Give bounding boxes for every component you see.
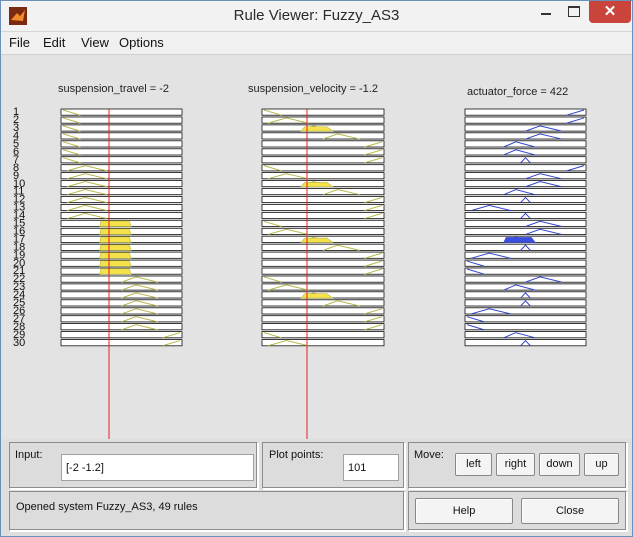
rule-cell xyxy=(261,323,385,331)
rule-cell xyxy=(464,124,587,132)
menu-edit[interactable]: Edit xyxy=(43,35,65,50)
menu-view[interactable]: View xyxy=(81,35,109,50)
fired-area xyxy=(99,244,132,251)
rule-cell xyxy=(60,283,183,291)
plot-points-group: Plot points: xyxy=(262,442,405,489)
rule-cell xyxy=(261,156,385,164)
close-icon: ✕ xyxy=(603,3,617,20)
rule-cell xyxy=(464,227,587,235)
fired-area xyxy=(503,237,536,243)
status-group: Opened system Fuzzy_AS3, 49 rules xyxy=(9,491,405,531)
rule-cell xyxy=(464,108,587,116)
rule-cell xyxy=(261,299,385,307)
fired-area xyxy=(99,252,132,259)
fired-area xyxy=(300,182,334,188)
rule-cell xyxy=(464,315,587,323)
fired-area xyxy=(300,126,334,132)
move-up-button[interactable]: up xyxy=(584,453,619,476)
input-group: Input: xyxy=(9,442,258,489)
rule-cell xyxy=(464,267,587,275)
rule-cell xyxy=(261,243,385,251)
rule-viewer-window: Rule Viewer: Fuzzy_AS3 ✕ File Edit View … xyxy=(0,0,633,537)
rule-plot-area: suspension_travel = -2 suspension_veloci… xyxy=(2,55,632,439)
rule-cell xyxy=(261,251,385,259)
rule-cell xyxy=(261,140,385,148)
action-group: Help Close xyxy=(408,491,627,531)
menu-options[interactable]: Options xyxy=(119,35,164,50)
rule-cell xyxy=(60,291,183,299)
rule-cell xyxy=(261,203,385,211)
move-left-button[interactable]: left xyxy=(455,453,492,476)
plot-points-field[interactable] xyxy=(343,454,399,481)
move-down-button[interactable]: down xyxy=(539,453,580,476)
rule-cell xyxy=(60,108,183,116)
close-button[interactable]: Close xyxy=(521,498,619,524)
rule-cell xyxy=(261,188,385,196)
rule-cell xyxy=(261,315,385,323)
maximize-button[interactable] xyxy=(561,1,587,23)
rule-cell xyxy=(464,323,587,331)
rule-cell xyxy=(261,195,385,203)
rule-cell xyxy=(60,315,183,323)
rule-cell xyxy=(60,299,183,307)
move-label: Move: xyxy=(414,449,444,461)
rule-cell xyxy=(60,140,183,148)
rule-cell xyxy=(60,124,183,132)
fired-area xyxy=(99,236,132,243)
close-window-button[interactable]: ✕ xyxy=(589,1,631,23)
plot-points-label: Plot points: xyxy=(269,449,324,461)
rule-cell xyxy=(261,331,385,339)
rule-cell xyxy=(261,267,385,275)
rule-number: 30 xyxy=(13,337,25,349)
fired-area xyxy=(99,260,132,267)
rule-cell xyxy=(261,108,385,116)
rule-cell xyxy=(464,275,587,283)
fired-area xyxy=(99,228,132,235)
menu-bar: File Edit View Options xyxy=(1,32,632,55)
fired-area xyxy=(300,293,334,299)
minimize-button[interactable] xyxy=(533,1,559,23)
rule-cell xyxy=(60,275,183,283)
rules-plot[interactable]: 1234567891011121314151617181920212223242… xyxy=(2,55,632,439)
fired-area xyxy=(99,220,132,227)
rule-cell xyxy=(60,132,183,140)
help-button[interactable]: Help xyxy=(415,498,513,524)
menu-file[interactable]: File xyxy=(9,35,30,50)
rule-cell xyxy=(464,172,587,180)
rule-cell xyxy=(60,331,183,339)
rule-cell xyxy=(261,219,385,227)
rule-cell xyxy=(464,219,587,227)
status-text: Opened system Fuzzy_AS3, 49 rules xyxy=(16,501,198,513)
rule-cell xyxy=(464,180,587,188)
rule-cell xyxy=(60,156,183,164)
rule-cell xyxy=(60,307,183,315)
fired-area xyxy=(99,268,132,275)
input-label: Input: xyxy=(15,449,43,461)
control-panel: Input: Plot points: Move: left right dow… xyxy=(9,442,627,531)
rule-cell xyxy=(464,132,587,140)
move-right-button[interactable]: right xyxy=(496,453,535,476)
rule-cell xyxy=(261,132,385,140)
fired-area xyxy=(300,237,334,243)
move-group: Move: left right down up xyxy=(408,442,627,489)
title-bar: Rule Viewer: Fuzzy_AS3 ✕ xyxy=(1,1,632,32)
input-field[interactable] xyxy=(61,454,254,481)
rule-cell xyxy=(60,323,183,331)
